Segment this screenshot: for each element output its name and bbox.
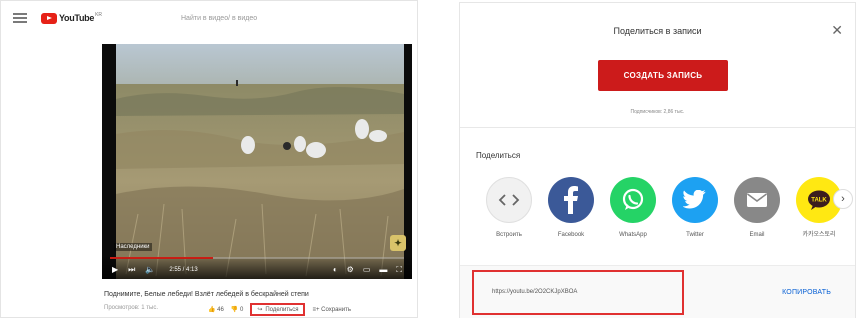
play-icon[interactable]: ▶ bbox=[112, 265, 118, 275]
volume-icon[interactable]: 🔈 bbox=[145, 265, 155, 275]
share-url-field[interactable]: https://youtu.be/2O2CKJpXBOA bbox=[472, 270, 684, 315]
youtube-header: YouTube KR Найти в видео/ в видео bbox=[1, 1, 417, 35]
youtube-wordmark: YouTube bbox=[59, 13, 95, 23]
share-button[interactable]: ↪ Поделиться bbox=[250, 303, 306, 316]
share-target-twitter[interactable]: Twitter bbox=[664, 177, 726, 239]
theater-mode-icon[interactable]: ▬ bbox=[379, 265, 387, 275]
youtube-logo[interactable]: YouTube KR bbox=[41, 12, 103, 24]
controls-right: ◐ ⚙ ▭ ▬ ⛶ bbox=[333, 265, 402, 275]
video-view-count: Просмотров: 1 тыс. bbox=[104, 305, 158, 311]
next-arrow-icon[interactable]: › bbox=[833, 189, 853, 209]
player-controls: ▶ ⏭ 🔈 2:55 / 4:13 ◐ ⚙ ▭ ▬ ⛶ bbox=[102, 257, 412, 279]
share-targets: Встроить Facebook WhatsApp Twitter Email… bbox=[478, 177, 850, 239]
share-target-label: Встроить bbox=[496, 232, 522, 238]
close-icon[interactable]: ✕ bbox=[831, 23, 843, 37]
share-arrow-icon: ↪ bbox=[257, 307, 263, 313]
facebook-icon bbox=[548, 177, 594, 223]
email-icon bbox=[734, 177, 780, 223]
video-title: Поднимите, Белые лебеди! Взлёт лебедей в… bbox=[104, 291, 309, 298]
embed-icon bbox=[486, 177, 532, 223]
fullscreen-icon[interactable]: ⛶ bbox=[396, 265, 402, 275]
youtube-watch-page: YouTube KR Найти в видео/ в видео Наслед… bbox=[0, 0, 418, 318]
share-target-embed[interactable]: Встроить bbox=[478, 177, 540, 239]
autoplay-toggle-icon[interactable]: ◐ bbox=[333, 265, 338, 275]
subscriber-note: Подписчиков: 2,86 тыс. bbox=[630, 109, 685, 115]
like-count: 46 bbox=[217, 307, 224, 313]
like-button[interactable]: 👍 46 bbox=[208, 306, 224, 313]
share-target-label: Email bbox=[749, 232, 765, 238]
svg-text:TALK: TALK bbox=[811, 198, 827, 204]
region-code: KR bbox=[95, 12, 103, 18]
next-icon[interactable]: ⏭ bbox=[128, 265, 135, 275]
time-display: 2:55 / 4:13 bbox=[169, 267, 198, 273]
share-section-label: Поделиться bbox=[476, 151, 521, 160]
dislike-button[interactable]: 👎 0 bbox=[231, 306, 243, 313]
share-dialog: Поделиться в записи ✕ СОЗДАТЬ ЗАПИСЬ Под… bbox=[459, 2, 856, 318]
share-target-facebook[interactable]: Facebook bbox=[540, 177, 602, 239]
divider bbox=[460, 127, 855, 128]
youtube-play-icon bbox=[41, 12, 57, 24]
twitter-icon bbox=[672, 177, 718, 223]
video-frame bbox=[116, 44, 404, 279]
channel-watermark-icon[interactable]: ✦ bbox=[390, 235, 406, 251]
share-target-label: Twitter bbox=[686, 232, 704, 238]
controls-left: ▶ ⏭ 🔈 2:55 / 4:13 bbox=[112, 265, 198, 275]
dialog-title: Поделиться в записи bbox=[613, 26, 702, 36]
share-target-label: WhatsApp bbox=[619, 232, 647, 238]
whatsapp-icon bbox=[610, 177, 656, 223]
miniplayer-icon[interactable]: ▭ bbox=[363, 265, 371, 275]
save-button-label: Сохранить bbox=[321, 306, 351, 313]
video-player[interactable]: Наследники ✦ ▶ ⏭ 🔈 2:55 / 4:13 ◐ ⚙ ▭ ▬ ⛶ bbox=[102, 44, 412, 279]
screenshot-root: YouTube KR Найти в видео/ в видео Наслед… bbox=[0, 0, 856, 318]
video-caption: Наследники bbox=[114, 243, 152, 251]
create-post-button[interactable]: СОЗДАТЬ ЗАПИСЬ bbox=[598, 60, 728, 91]
copy-button[interactable]: КОПИРОВАТЬ bbox=[782, 270, 831, 315]
video-scene-image bbox=[116, 44, 404, 279]
share-button-label: Поделиться bbox=[265, 306, 299, 313]
share-target-label: 카카오스토리 bbox=[802, 232, 836, 238]
share-target-label: Facebook bbox=[557, 232, 585, 238]
menu-icon[interactable] bbox=[13, 13, 27, 23]
share-target-email[interactable]: Email bbox=[726, 177, 788, 239]
share-target-whatsapp[interactable]: WhatsApp bbox=[602, 177, 664, 239]
dislike-count: 0 bbox=[239, 307, 244, 313]
video-actions: 👍 46 👎 0 ↪ Поделиться ≡+ Сохранить bbox=[208, 303, 351, 316]
link-bar: https://youtu.be/2O2CKJpXBOA КОПИРОВАТЬ bbox=[460, 265, 855, 318]
settings-icon[interactable]: ⚙ bbox=[347, 265, 354, 275]
save-button[interactable]: ≡+ Сохранить bbox=[312, 307, 351, 313]
search-input[interactable]: Найти в видео/ в видео bbox=[161, 12, 321, 26]
